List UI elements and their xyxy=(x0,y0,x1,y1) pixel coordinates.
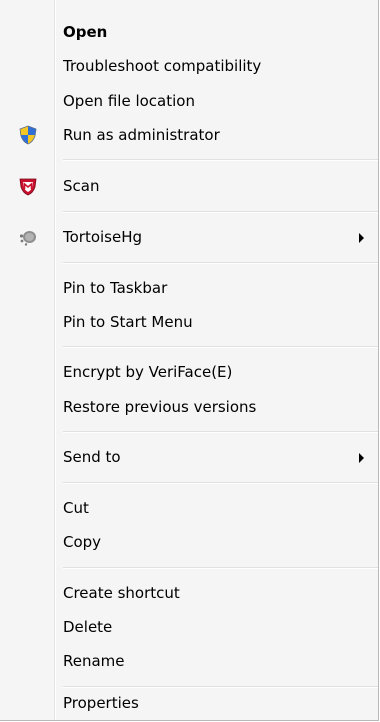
menu-item-open[interactable]: Open xyxy=(0,15,378,49)
menu-item-label: Create shortcut xyxy=(63,584,180,602)
menu-item-label: Pin to Taskbar xyxy=(63,279,168,297)
menu-separator xyxy=(63,211,378,213)
context-menu: Open Troubleshoot compatibility Open fil… xyxy=(0,0,379,721)
menu-item-label: Send to xyxy=(63,448,121,466)
menu-item-label: Encrypt by VeriFace(E) xyxy=(63,363,233,381)
menu-separator xyxy=(63,346,378,348)
menu-item-properties[interactable]: Properties xyxy=(0,686,378,720)
menu-item-troubleshoot-compatibility[interactable]: Troubleshoot compatibility xyxy=(0,49,378,83)
menu-item-open-file-location[interactable]: Open file location xyxy=(0,84,378,118)
menu-item-label: Copy xyxy=(63,533,102,551)
menu-separator xyxy=(63,262,378,264)
menu-separator xyxy=(63,482,378,484)
menu-item-send-to[interactable]: Send to xyxy=(0,440,378,474)
menu-item-label: Scan xyxy=(63,177,100,195)
menu-item-label: Cut xyxy=(63,499,89,517)
menu-item-create-shortcut[interactable]: Create shortcut xyxy=(0,576,378,610)
uac-shield-icon xyxy=(18,125,38,145)
menu-item-scan[interactable]: Scan xyxy=(0,169,378,203)
menu-separator xyxy=(63,159,378,161)
menu-separator xyxy=(63,431,378,433)
menu-item-pin-to-taskbar[interactable]: Pin to Taskbar xyxy=(0,271,378,305)
menu-item-rename[interactable]: Rename xyxy=(0,644,378,678)
menu-item-label: Open file location xyxy=(63,92,195,110)
menu-item-copy[interactable]: Copy xyxy=(0,525,378,559)
submenu-arrow-icon xyxy=(359,233,364,243)
menu-item-label: Delete xyxy=(63,618,113,636)
menu-item-label: Rename xyxy=(63,652,125,670)
menu-item-label: Pin to Start Menu xyxy=(63,313,193,331)
submenu-arrow-icon xyxy=(359,453,364,463)
tortoisehg-icon xyxy=(18,227,38,247)
menu-item-run-as-administrator[interactable]: Run as administrator xyxy=(0,118,378,152)
menu-item-label: Open xyxy=(63,23,108,41)
menu-item-label: Restore previous versions xyxy=(63,398,257,416)
menu-item-label: TortoiseHg xyxy=(63,228,143,246)
menu-item-label: Troubleshoot compatibility xyxy=(63,57,262,75)
menu-item-tortoisehg[interactable]: TortoiseHg xyxy=(0,220,378,254)
menu-item-pin-to-start-menu[interactable]: Pin to Start Menu xyxy=(0,305,378,339)
menu-item-cut[interactable]: Cut xyxy=(0,491,378,525)
menu-item-restore-previous-versions[interactable]: Restore previous versions xyxy=(0,390,378,424)
menu-separator xyxy=(63,567,378,569)
menu-item-delete[interactable]: Delete xyxy=(0,610,378,644)
mcafee-shield-icon xyxy=(18,176,38,196)
menu-item-label: Properties xyxy=(63,694,139,712)
menu-item-label: Run as administrator xyxy=(63,126,220,144)
menu-item-encrypt-by-veriface[interactable]: Encrypt by VeriFace(E) xyxy=(0,355,378,389)
